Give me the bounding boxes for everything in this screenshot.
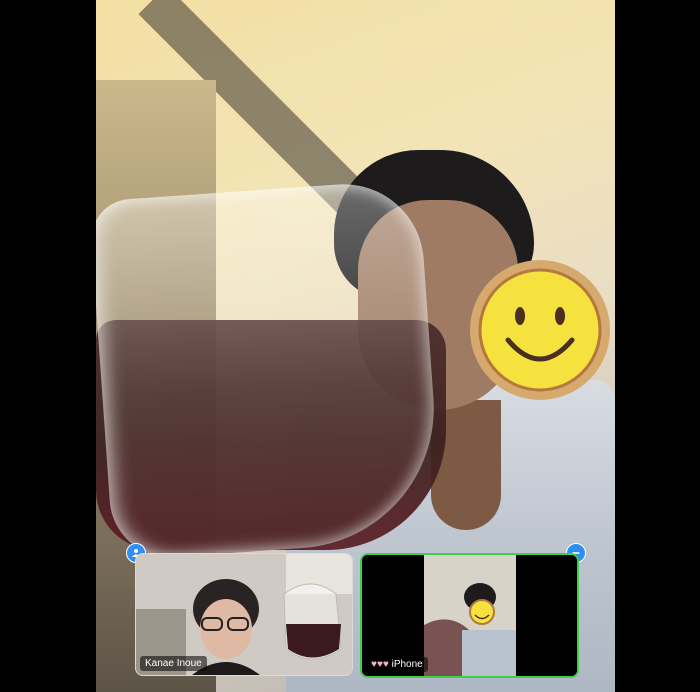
smiley-face-icon bbox=[470, 260, 610, 400]
wine-glass bbox=[96, 178, 444, 562]
participant-tile-iphone[interactable]: ♥♥♥ iPhone bbox=[360, 553, 579, 678]
smiley-face-icon bbox=[469, 599, 495, 625]
participant-name: Kanae Inoue bbox=[140, 656, 207, 671]
heart-icons: ♥♥♥ bbox=[371, 659, 389, 670]
participant-tile-kanae[interactable]: Kanae Inoue bbox=[135, 553, 353, 676]
participant-name: ♥♥♥ iPhone bbox=[366, 657, 428, 672]
